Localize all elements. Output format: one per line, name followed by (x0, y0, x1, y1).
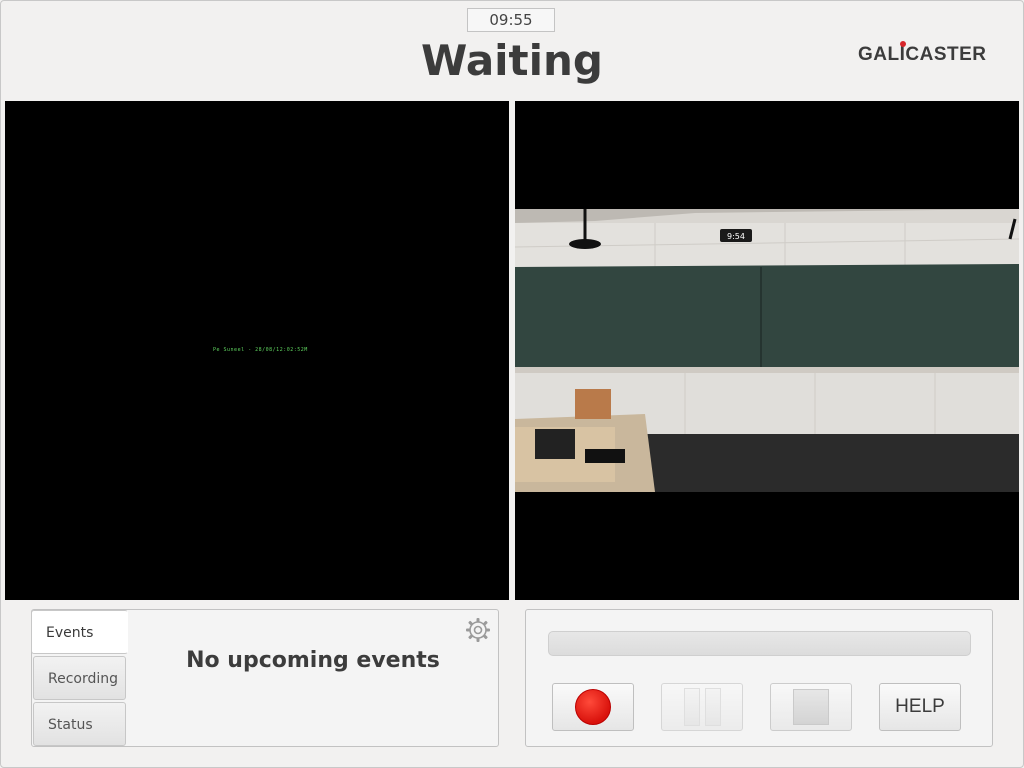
logo-text-start: GAL (858, 44, 900, 65)
recording-controls-panel: HELP (525, 609, 993, 747)
gear-icon[interactable] (465, 617, 491, 643)
no-events-message: No upcoming events (186, 648, 440, 673)
screen-preview-overlay: Pe Suneel - 28/08/12:02:52M (213, 347, 308, 353)
logo-dot (899, 41, 906, 47)
pause-icon (683, 688, 721, 726)
tab-status[interactable]: Status (33, 702, 126, 746)
clock: 09:55 (467, 8, 555, 32)
stop-button[interactable] (770, 683, 852, 731)
pause-button[interactable] (661, 683, 743, 731)
record-icon (575, 689, 611, 725)
tab-recording[interactable]: Recording (33, 656, 126, 700)
logo-text-i: I (899, 44, 906, 65)
galicaster-logo: GAL ICASTER (858, 41, 988, 70)
events-panel-tabs: Events Recording Status (31, 610, 128, 746)
tab-events[interactable]: Events (31, 610, 128, 654)
status-title: Waiting (420, 36, 603, 85)
stop-icon (793, 689, 829, 725)
camera-wall-clock: 9:54 (727, 232, 745, 241)
screen-preview: Pe Suneel - 28/08/12:02:52M (5, 101, 509, 600)
record-button[interactable] (552, 683, 634, 731)
logo-text-end: CASTER (905, 44, 987, 65)
recording-progress-bar (548, 631, 971, 656)
logo-i: I (899, 41, 906, 66)
camera-preview: 9:54 (515, 101, 1019, 600)
help-button[interactable]: HELP (879, 683, 961, 731)
events-panel: Events Recording Status No upcoming even… (31, 609, 499, 747)
camera-feed-image: 9:54 (515, 209, 1019, 492)
